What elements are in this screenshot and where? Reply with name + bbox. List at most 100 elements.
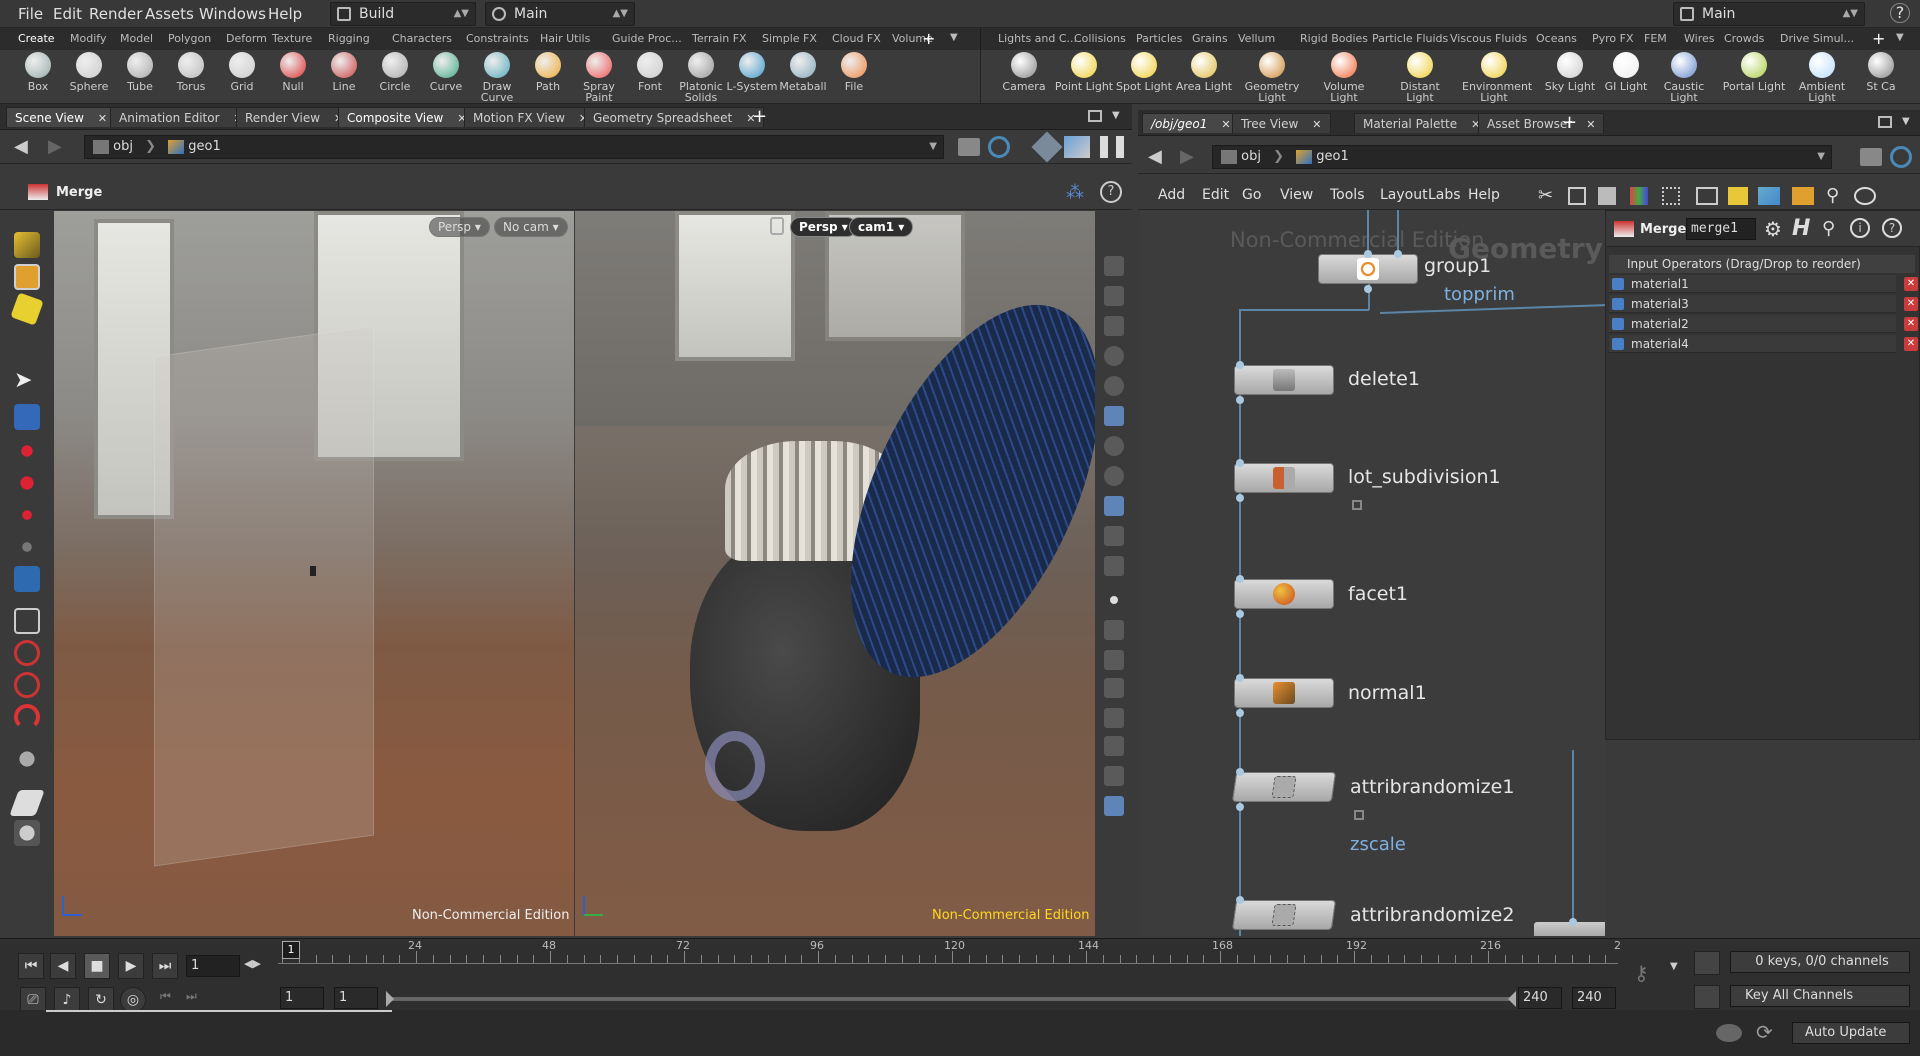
tool-right-6[interactable]: Distant Light	[1388, 52, 1452, 103]
move-up-icon[interactable]	[1612, 298, 1624, 310]
normals-icon[interactable]	[1104, 620, 1124, 640]
shelf-tab-right-13[interactable]: Drive Simul...	[1780, 32, 1854, 45]
input-operator-row[interactable]: material2 ✕	[1609, 315, 1918, 333]
key-icon[interactable]: ⚷	[1634, 961, 1649, 985]
tool-right-9[interactable]: GI Light	[1594, 52, 1658, 92]
mode-toggle-icon[interactable]	[1104, 796, 1124, 816]
pointer-icon[interactable]: ➤	[14, 370, 40, 396]
close-tab-icon[interactable]: ✕	[1586, 118, 1595, 131]
menu-render[interactable]: Render	[89, 5, 142, 23]
shelf-tab-right-2[interactable]: Particles	[1136, 32, 1182, 45]
pin-icon[interactable]	[1860, 148, 1882, 166]
current-frame-field[interactable]: 1	[186, 955, 240, 977]
shelf-tab-2[interactable]: Model	[120, 32, 153, 45]
play-backward-button[interactable]: ◀	[50, 953, 76, 979]
network-editor[interactable]: Non-Commercial Edition Geometry group1 t…	[1140, 210, 1605, 936]
help-icon[interactable]: ?	[1890, 3, 1910, 23]
pose-icon[interactable]	[14, 534, 40, 560]
play-button[interactable]: ▶	[118, 953, 144, 979]
tool-right-12[interactable]: Ambient Light	[1790, 52, 1854, 103]
lock-icon[interactable]	[14, 404, 40, 430]
delete-input-icon[interactable]: ✕	[1904, 337, 1918, 351]
view-persp-button-right[interactable]: Persp ▾	[790, 217, 857, 237]
shelf-left-menu-icon[interactable]: ▼	[950, 32, 958, 43]
magnifier-icon[interactable]: ⚲	[1826, 185, 1839, 206]
tool-grid[interactable]: Grid	[213, 52, 271, 92]
info-icon[interactable]: i	[1850, 218, 1870, 238]
camera-button-left[interactable]: No cam ▾	[494, 217, 568, 237]
prim-normals-icon[interactable]	[1104, 708, 1124, 728]
shelf-tab-4[interactable]: Deform	[226, 32, 267, 45]
tool-right-2[interactable]: Spot Light	[1112, 52, 1176, 92]
shelf-tab-right-7[interactable]: Viscous Fluids	[1450, 32, 1527, 45]
grid-icon[interactable]	[1662, 187, 1680, 205]
jump-end-button[interactable]: ⏭	[152, 953, 178, 979]
split-view-icon[interactable]	[1100, 136, 1124, 158]
network-menu-layout[interactable]: Layout	[1380, 187, 1428, 203]
selection-set-icon[interactable]	[10, 292, 44, 326]
prev-key-icon[interactable]: ⏮	[160, 989, 171, 1004]
tree-icon[interactable]	[1568, 187, 1586, 205]
move-up-icon[interactable]	[1612, 278, 1624, 290]
shelf-tab-8[interactable]: Constraints	[466, 32, 529, 45]
left-tab-5[interactable]: Geometry Spreadsheet ✕	[584, 107, 765, 127]
stop-button[interactable]: ■	[84, 953, 110, 979]
ghost-icon[interactable]	[1104, 526, 1124, 546]
input-operator-row[interactable]: material1 ✕	[1609, 275, 1918, 293]
tool-file[interactable]: File	[825, 52, 883, 92]
tool-line[interactable]: Line	[315, 52, 373, 92]
right-tab-3[interactable]: Asset Browser ✕	[1478, 113, 1605, 133]
rotate-icon[interactable]	[14, 470, 40, 496]
playhead-marker[interactable]: 1	[282, 941, 300, 959]
shelf-tab-13[interactable]: Cloud FX	[832, 32, 881, 45]
close-tab-icon[interactable]: ✕	[98, 112, 107, 125]
shelf-tab-6[interactable]: Rigging	[328, 32, 370, 45]
left-tab-0[interactable]: Scene View ✕	[6, 107, 117, 127]
desktop-main-select[interactable]: Main ▲▼	[485, 2, 635, 26]
move-icon[interactable]	[14, 438, 40, 464]
link-icon[interactable]	[988, 136, 1010, 158]
view-persp-button-left[interactable]: Persp ▾	[429, 217, 490, 237]
viewport-left[interactable]: Persp ▾ No cam ▾ Non-Commercial Edition	[54, 211, 574, 936]
display-cube-icon[interactable]	[1031, 131, 1063, 163]
handle-icon[interactable]	[14, 566, 40, 592]
vertex-normals-icon[interactable]	[1104, 650, 1124, 670]
list-icon[interactable]	[1598, 187, 1616, 205]
keys-channels-status[interactable]: 0 keys, 0/0 channels	[1730, 951, 1910, 973]
point-display-icon[interactable]	[1110, 596, 1118, 604]
add-tab-icon[interactable]: +	[752, 106, 767, 127]
node-group1[interactable]	[1318, 254, 1418, 284]
network-menu-help[interactable]: Help	[1468, 187, 1500, 203]
chevron-down-icon[interactable]: ▼	[929, 136, 937, 158]
tool-font[interactable]: Font	[621, 52, 679, 92]
template-icon[interactable]	[1104, 286, 1124, 306]
delete-input-icon[interactable]: ✕	[1904, 277, 1918, 291]
tool-null[interactable]: Null	[264, 52, 322, 92]
right-tab-1[interactable]: Tree View ✕	[1232, 113, 1331, 133]
tool-draw-curve[interactable]: Draw Curve	[468, 52, 526, 103]
tool-path[interactable]: Path	[519, 52, 577, 92]
path-root[interactable]: obj	[1241, 149, 1261, 164]
network-menu-go[interactable]: Go	[1242, 187, 1261, 203]
key-menu-icon[interactable]: ▼	[1670, 961, 1678, 972]
add-tab-icon[interactable]: +	[1562, 112, 1577, 133]
shelf-tab-11[interactable]: Terrain FX	[692, 32, 747, 45]
shelf-tab-right-10[interactable]: FEM	[1644, 32, 1667, 45]
notes-icon[interactable]	[9, 790, 45, 816]
node-attribrandomize1[interactable]	[1231, 772, 1337, 802]
shelf-tab-12[interactable]: Simple FX	[762, 32, 817, 45]
maximize-icon[interactable]	[1088, 110, 1102, 122]
left-tab-2[interactable]: Render View✕	[236, 107, 353, 127]
shelf-tab-right-11[interactable]: Wires	[1684, 32, 1714, 45]
pin-icon[interactable]	[958, 138, 980, 156]
menu-windows[interactable]: Windows	[199, 5, 266, 23]
tool-spray-paint[interactable]: Spray Paint	[570, 52, 628, 103]
tool-right-4[interactable]: Geometry Light	[1240, 52, 1304, 103]
shelf-tab-right-12[interactable]: Crowds	[1724, 32, 1764, 45]
move-up-icon[interactable]	[1612, 338, 1624, 350]
shelf-tab-3[interactable]: Polygon	[168, 32, 211, 45]
range-start-field[interactable]: 1	[334, 987, 378, 1009]
tool-tube[interactable]: Tube	[111, 52, 169, 92]
tool-circle[interactable]: Circle	[366, 52, 424, 92]
tool-right-0[interactable]: Camera	[992, 52, 1056, 92]
